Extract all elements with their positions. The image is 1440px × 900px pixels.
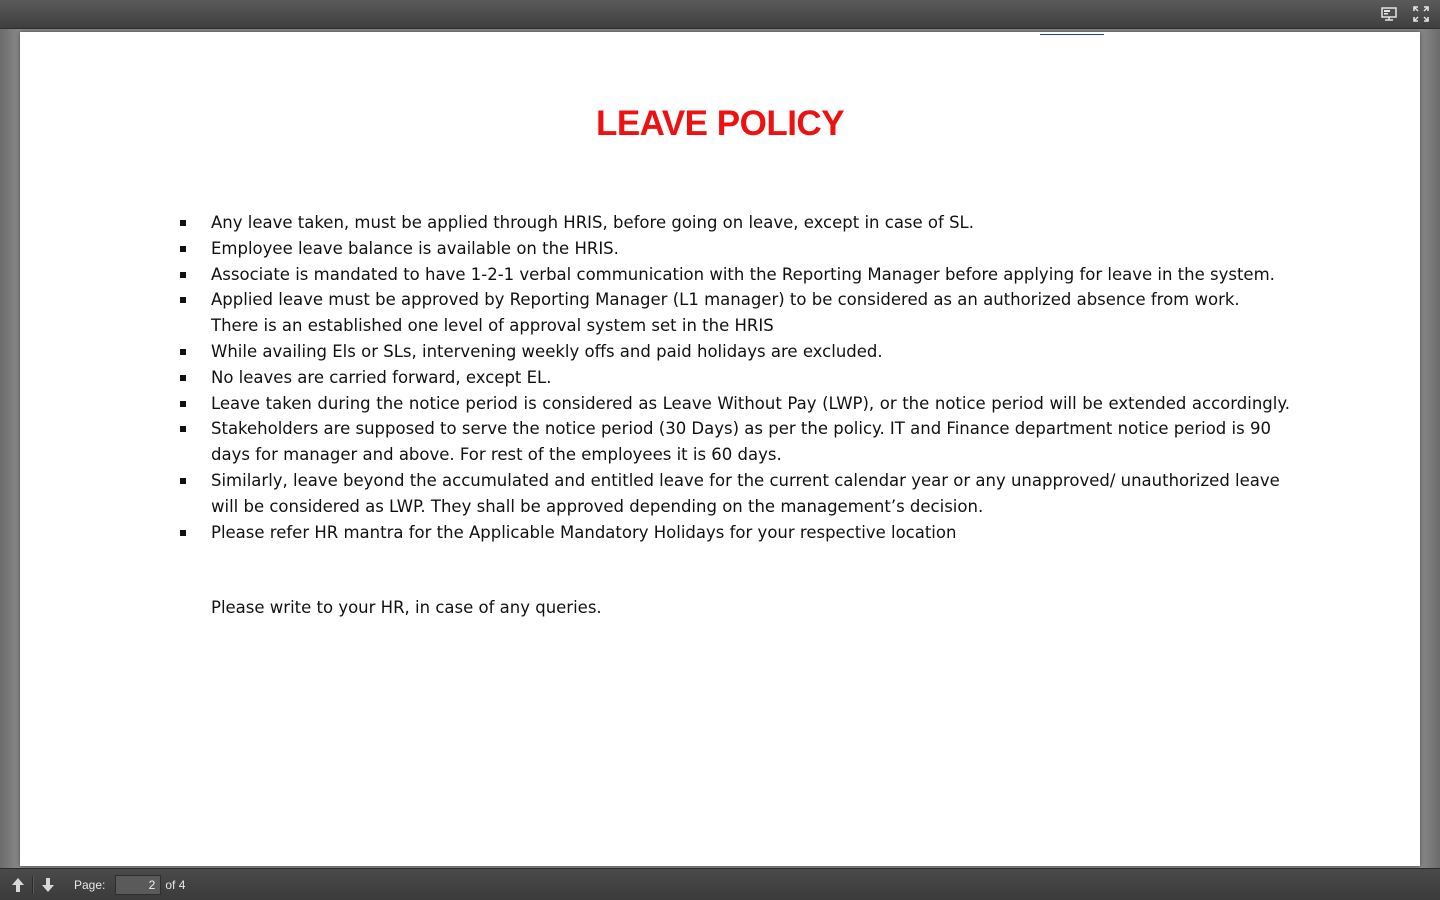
closing-note: Please write to your HR, in case of any … xyxy=(211,598,602,617)
pdf-viewer: LEAVE POLICY Any leave taken, must be ap… xyxy=(0,0,1440,900)
next-page-button[interactable] xyxy=(39,876,57,894)
arrow-down-icon xyxy=(42,878,54,892)
list-item: Similarly, leave beyond the accumulated … xyxy=(180,468,1290,520)
document-page: LEAVE POLICY Any leave taken, must be ap… xyxy=(20,32,1420,866)
list-item: While availing Els or SLs, intervening w… xyxy=(180,339,1290,365)
fullscreen-icon[interactable] xyxy=(1412,5,1430,23)
previous-page-button[interactable] xyxy=(9,876,27,894)
list-item: Please refer HR mantra for the Applicabl… xyxy=(180,520,1290,546)
nav-divider xyxy=(32,876,34,894)
presentation-mode-icon[interactable] xyxy=(1380,5,1398,23)
page-label: Page: xyxy=(74,878,106,892)
list-item: No leaves are carried forward, except EL… xyxy=(180,365,1290,391)
list-item: Stakeholders are supposed to serve the n… xyxy=(180,416,1290,468)
page-navigation-bar: Page: of 4 xyxy=(0,868,1440,900)
list-item: Any leave taken, must be applied through… xyxy=(180,210,1290,236)
page-title: LEAVE POLICY xyxy=(595,104,845,143)
page-count: of 4 xyxy=(165,878,186,892)
page-number-input[interactable] xyxy=(115,875,162,895)
page-edge-hyperlink-fragment xyxy=(1040,32,1104,35)
arrow-up-icon xyxy=(12,878,24,892)
policy-list: Any leave taken, must be applied through… xyxy=(180,210,1290,545)
list-item: Applied leave must be approved by Report… xyxy=(180,287,1290,339)
top-toolbar-icons xyxy=(1380,5,1430,23)
list-item: Employee leave balance is available on t… xyxy=(180,236,1290,262)
top-toolbar xyxy=(0,0,1440,29)
list-item: Associate is mandated to have 1-2-1 verb… xyxy=(180,262,1290,288)
list-item: Leave taken during the notice period is … xyxy=(180,391,1290,417)
